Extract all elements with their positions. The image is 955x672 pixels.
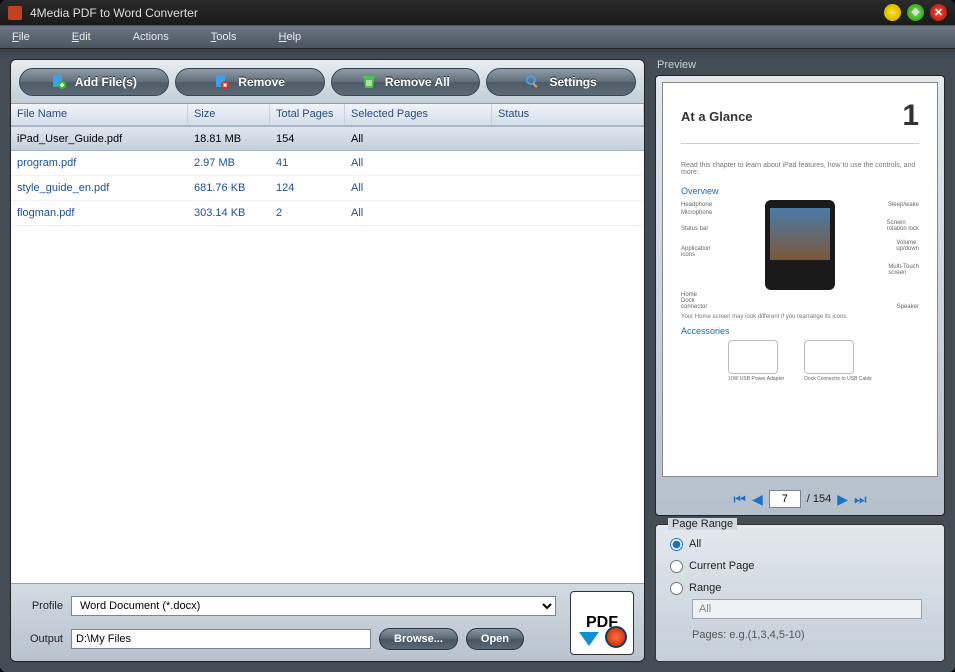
cell-filename: flogman.pdf [11, 207, 188, 219]
preview-chapter-title: At a Glance [681, 109, 753, 124]
range-hint: Pages: e.g.(1,3,4,5-10) [692, 629, 930, 641]
page-range-group: Page Range All Current Page Range Pages:… [655, 524, 945, 662]
col-header-selected[interactable]: Selected Pages [345, 104, 492, 125]
table-row[interactable]: iPad_User_Guide.pdf18.81 MB154All [11, 126, 644, 151]
first-page-button[interactable]: ⏮ [733, 491, 746, 508]
range-custom-option[interactable]: Range [670, 577, 930, 599]
preview-label: Preview [657, 59, 945, 71]
page-total: / 154 [807, 493, 831, 505]
remove-file-icon [214, 74, 230, 90]
preview-chapter-number: 1 [902, 99, 919, 133]
preview-section-overview: Overview [681, 186, 919, 196]
page-number-input[interactable] [769, 490, 801, 508]
range-current-radio[interactable] [670, 560, 683, 573]
close-button[interactable]: ✕ [930, 4, 947, 21]
col-header-pages[interactable]: Total Pages [270, 104, 345, 125]
range-custom-radio[interactable] [670, 582, 683, 595]
accessory-cable-icon [804, 340, 854, 374]
settings-label: Settings [549, 75, 596, 89]
table-row[interactable]: program.pdf2.97 MB41All [11, 151, 644, 176]
table-row[interactable]: flogman.pdf303.14 KB2All [11, 201, 644, 226]
convert-badge-icon [605, 626, 627, 648]
cell-size: 18.81 MB [188, 133, 270, 145]
cell-pages: 154 [270, 133, 345, 145]
title-bar[interactable]: 4Media PDF to Word Converter – ❖ ✕ [0, 0, 955, 25]
main-toolbar: Add File(s) Remove Remove All [11, 60, 644, 104]
table-header: File Name Size Total Pages Selected Page… [11, 104, 644, 126]
file-list[interactable]: iPad_User_Guide.pdf18.81 MB154Allprogram… [11, 126, 644, 583]
minimize-button[interactable]: – [884, 4, 901, 21]
menu-bar: File Edit Actions Tools Help [0, 25, 955, 49]
range-input[interactable] [692, 599, 922, 619]
prev-page-button[interactable]: ◀ [752, 491, 763, 508]
preview-panel: At a Glance 1 Read this chapter to learn… [655, 75, 945, 516]
maximize-button[interactable]: ❖ [907, 4, 924, 21]
right-column: Preview At a Glance 1 Read this chapter … [655, 59, 945, 662]
preview-intro-text: Read this chapter to learn about iPad fe… [681, 162, 919, 176]
settings-icon [525, 74, 541, 90]
cell-filename: program.pdf [11, 157, 188, 169]
body: Add File(s) Remove Remove All [0, 49, 955, 672]
cell-size: 2.97 MB [188, 157, 270, 169]
menu-file[interactable]: File [12, 31, 30, 43]
cell-size: 303.14 KB [188, 207, 270, 219]
preview-document[interactable]: At a Glance 1 Read this chapter to learn… [662, 82, 938, 477]
app-icon [8, 6, 22, 20]
cell-pages: 2 [270, 207, 345, 219]
browse-button[interactable]: Browse... [379, 628, 458, 650]
trash-icon [361, 74, 377, 90]
page-range-title: Page Range [668, 518, 737, 530]
table-row[interactable]: style_guide_en.pdf681.76 KB124All [11, 176, 644, 201]
menu-actions[interactable]: Actions [133, 31, 169, 43]
cell-pages: 124 [270, 182, 345, 194]
range-current-option[interactable]: Current Page [670, 555, 930, 577]
profile-label: Profile [21, 600, 63, 612]
add-files-label: Add File(s) [75, 75, 137, 89]
cell-selected: All [345, 207, 492, 219]
remove-button[interactable]: Remove [175, 68, 325, 96]
col-header-size[interactable]: Size [188, 104, 270, 125]
menu-help[interactable]: Help [278, 31, 301, 43]
menu-tools[interactable]: Tools [211, 31, 237, 43]
remove-label: Remove [238, 75, 285, 89]
next-page-button[interactable]: ▶ [837, 491, 848, 508]
col-header-status[interactable]: Status [492, 104, 644, 125]
profile-select[interactable]: Word Document (*.docx) [71, 596, 556, 616]
bottom-bar: Profile Word Document (*.docx) Output Br… [11, 583, 644, 661]
preview-pager: ⏮ ◀ / 154 ▶ ⏭ [656, 483, 944, 515]
cell-selected: All [345, 157, 492, 169]
open-button[interactable]: Open [466, 628, 524, 650]
remove-all-label: Remove All [385, 75, 450, 89]
menu-edit[interactable]: Edit [72, 31, 91, 43]
range-all-option[interactable]: All [670, 533, 930, 555]
add-file-icon [51, 74, 67, 90]
last-page-button[interactable]: ⏭ [854, 491, 867, 508]
cell-filename: iPad_User_Guide.pdf [11, 133, 188, 145]
output-label: Output [21, 633, 63, 645]
window-title: 4Media PDF to Word Converter [30, 6, 198, 20]
cell-pages: 41 [270, 157, 345, 169]
cell-selected: All [345, 182, 492, 194]
col-header-name[interactable]: File Name [11, 104, 188, 125]
convert-button[interactable]: PDF [570, 591, 634, 655]
cell-size: 681.76 KB [188, 182, 270, 194]
range-all-radio[interactable] [670, 538, 683, 551]
cell-selected: All [345, 133, 492, 145]
accessory-adapter-icon [728, 340, 778, 374]
device-image [765, 200, 835, 290]
app-window: 4Media PDF to Word Converter – ❖ ✕ File … [0, 0, 955, 672]
add-files-button[interactable]: Add File(s) [19, 68, 169, 96]
output-path-input[interactable] [71, 629, 371, 649]
preview-section-accessories: Accessories [681, 326, 919, 336]
arrow-down-icon [579, 632, 599, 646]
left-column: Add File(s) Remove Remove All [10, 59, 645, 662]
settings-button[interactable]: Settings [486, 68, 636, 96]
preview-home-note: Your Home screen may look different if y… [681, 314, 919, 320]
remove-all-button[interactable]: Remove All [331, 68, 481, 96]
cell-filename: style_guide_en.pdf [11, 182, 188, 194]
